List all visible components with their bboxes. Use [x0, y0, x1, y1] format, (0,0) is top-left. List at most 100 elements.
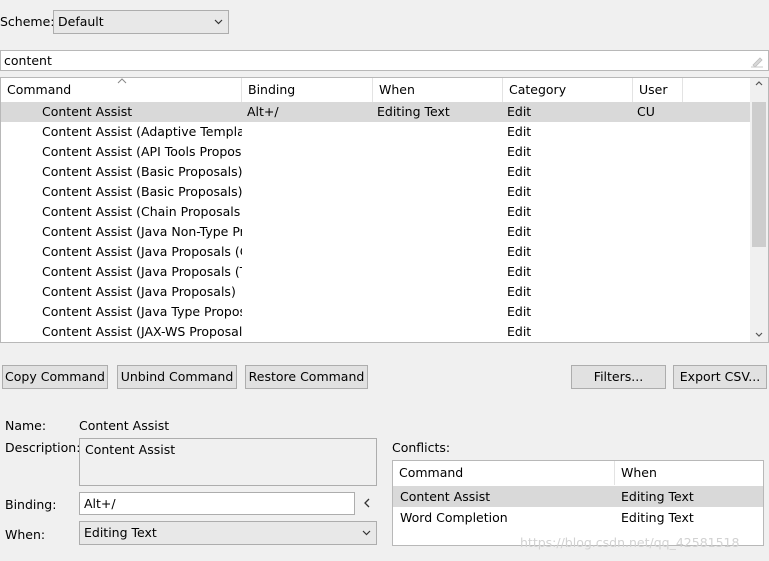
cell-category: Edit [507, 184, 532, 199]
clear-filter-icon[interactable] [750, 54, 764, 68]
table-row[interactable]: Content Assist (JAX-WS Proposals) Edit [1, 322, 750, 342]
filter-field[interactable] [0, 50, 769, 71]
cell-category: Edit [507, 124, 532, 139]
cell-category: Edit [507, 264, 532, 279]
restore-command-button[interactable]: Restore Command [245, 365, 368, 389]
cell-when [377, 182, 501, 202]
cell-command: Content Assist (Java Non-Type Pro [42, 224, 242, 239]
cell-binding [247, 142, 371, 162]
cell-user [637, 162, 681, 182]
scheme-value: Default [58, 14, 104, 29]
scrollbar-thumb[interactable] [752, 102, 766, 247]
binding-field[interactable] [79, 492, 355, 515]
commands-table[interactable]: Command Binding When Category User Conte… [0, 77, 769, 343]
sort-ascending-icon [117, 78, 127, 84]
cell-user [637, 322, 681, 342]
table-row[interactable]: Content Assist (Java Proposals) Edit [1, 282, 750, 302]
table-row[interactable]: Content Assist (Java Type Proposa Edit [1, 302, 750, 322]
table-row[interactable]: Content Assist (Java Proposals (Ta Edit [1, 262, 750, 282]
cell-command: Content Assist (Chain Proposals (C [42, 204, 242, 219]
conflicts-table[interactable]: Command When Content Assist Editing Text W… [392, 460, 764, 546]
conflict-row[interactable]: Content Assist Editing Text [393, 486, 763, 507]
conflict-row[interactable]: Word Completion Editing Text [393, 507, 763, 528]
cell-user [637, 262, 681, 282]
cell-binding [247, 262, 371, 282]
conflict-cell-command: Content Assist [400, 489, 491, 504]
filters-button[interactable]: Filters... [571, 365, 666, 389]
scheme-dropdown[interactable]: Default [53, 10, 229, 34]
conflicts-column-command[interactable]: Command [393, 461, 615, 485]
cell-when: Editing Text [377, 104, 450, 119]
table-row[interactable]: Content Assist (Basic Proposals) Edit [1, 162, 750, 182]
chevron-down-icon [214, 19, 223, 25]
watermark: https://blog.csdn.net/qq_42581518 [520, 535, 740, 550]
cell-user [637, 302, 681, 322]
conflicts-column-when[interactable]: When [615, 461, 763, 485]
conflict-cell-when: Editing Text [621, 489, 694, 504]
conflict-cell-command: Word Completion [400, 510, 508, 525]
scheme-label: Scheme: [0, 14, 55, 29]
cell-when [377, 122, 501, 142]
cell-binding [247, 302, 371, 322]
commands-table-scrollbar[interactable] [750, 78, 768, 342]
cell-when [377, 302, 501, 322]
cell-binding [247, 222, 371, 242]
cell-binding: Alt+/ [247, 104, 279, 119]
cell-when [377, 202, 501, 222]
when-value: Editing Text [84, 525, 157, 540]
cell-command: Content Assist (API Tools Proposal [42, 144, 242, 159]
cell-when [377, 282, 501, 302]
column-header-user[interactable]: User [633, 78, 683, 102]
binding-menu-arrow-icon[interactable] [362, 497, 372, 509]
cell-category: Edit [507, 224, 532, 239]
cell-command: Content Assist (Java Type Proposa [42, 304, 242, 319]
cell-user [637, 142, 681, 162]
description-label: Description: [5, 440, 81, 455]
cell-command: Content Assist (JAX-WS Proposals) [42, 324, 242, 339]
table-row[interactable]: Content Assist Alt+/ Editing Text Edit CU [1, 102, 750, 122]
table-row[interactable]: Content Assist (API Tools Proposal Edit [1, 142, 750, 162]
commands-table-header: Command Binding When Category User [1, 78, 768, 102]
filter-input[interactable] [4, 52, 724, 69]
cell-binding [247, 322, 371, 342]
copy-command-button[interactable]: Copy Command [2, 365, 108, 389]
table-row[interactable]: Content Assist (Chain Proposals (C Edit [1, 202, 750, 222]
scroll-down-icon[interactable] [754, 330, 764, 340]
table-row[interactable]: Content Assist (Java Non-Type Pro Edit [1, 222, 750, 242]
cell-user: CU [637, 104, 655, 119]
cell-command: Content Assist [42, 104, 133, 119]
chevron-down-icon [362, 530, 371, 536]
column-header-category[interactable]: Category [503, 78, 633, 102]
cell-binding [247, 282, 371, 302]
cell-binding [247, 202, 371, 222]
when-dropdown[interactable]: Editing Text [79, 521, 377, 545]
column-header-command[interactable]: Command [1, 78, 242, 102]
description-value: Content Assist [85, 442, 176, 457]
cell-category: Edit [507, 304, 532, 319]
table-row[interactable]: Content Assist (Java Proposals (Co Edit [1, 242, 750, 262]
cell-category: Edit [507, 244, 532, 259]
table-row[interactable]: Content Assist (Basic Proposals) Edit [1, 182, 750, 202]
name-label: Name: [5, 418, 47, 433]
name-value: Content Assist [79, 418, 170, 433]
cell-category: Edit [507, 104, 532, 119]
cell-user [637, 242, 681, 262]
cell-category: Edit [507, 284, 532, 299]
column-header-binding[interactable]: Binding [242, 78, 373, 102]
conflicts-label: Conflicts: [392, 440, 451, 455]
unbind-command-button[interactable]: Unbind Command [117, 365, 237, 389]
cell-when [377, 162, 501, 182]
table-row[interactable]: Content Assist (Adaptive Template Edit [1, 122, 750, 142]
conflict-cell-when: Editing Text [621, 510, 694, 525]
column-header-when[interactable]: When [373, 78, 503, 102]
export-csv-button[interactable]: Export CSV... [673, 365, 767, 389]
cell-category: Edit [507, 144, 532, 159]
cell-command: Content Assist (Java Proposals (Ta [42, 264, 242, 279]
cell-when [377, 322, 501, 342]
cell-binding [247, 122, 371, 142]
cell-binding [247, 242, 371, 262]
cell-when [377, 242, 501, 262]
cell-command: Content Assist (Basic Proposals) [42, 184, 242, 199]
scroll-up-icon[interactable] [754, 78, 764, 88]
binding-input[interactable] [84, 495, 344, 512]
